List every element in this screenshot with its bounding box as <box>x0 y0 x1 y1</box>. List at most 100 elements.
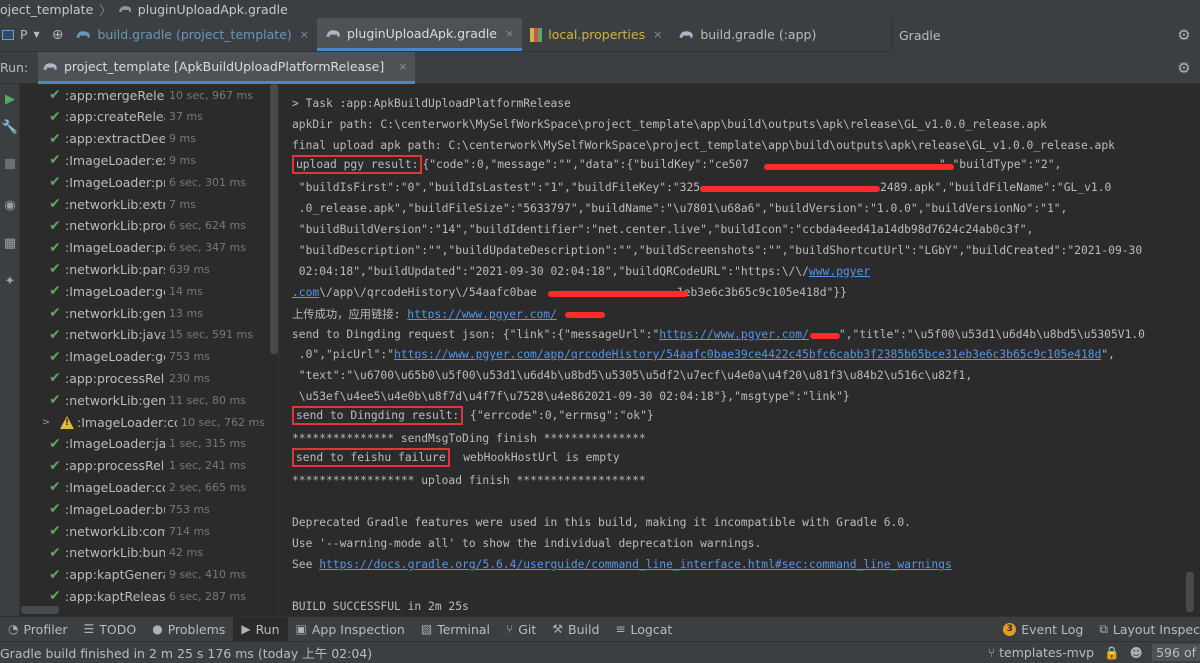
tree-row[interactable]: ✔:networkLib:proce 6 sec, 624 ms <box>21 215 278 237</box>
tree-row[interactable]: ✔:app:extractDeepLinksRel 9 ms <box>21 128 278 150</box>
gradle-icon <box>679 31 693 38</box>
chevron-right-icon[interactable]: > <box>39 417 53 428</box>
run-tab-label: project_template [ApkBuildUploadPlatform… <box>64 58 385 74</box>
feishu-failure-label: send to feishu failure <box>292 448 450 467</box>
eye-icon[interactable]: ◉ <box>0 196 20 216</box>
tool-problems[interactable]: ● Problems <box>144 617 233 642</box>
tree-horizontal-scrollbar[interactable] <box>21 606 59 614</box>
task-duration: 714 ms <box>169 524 210 538</box>
tree-row[interactable]: ✔:app:mergeRelea 10 sec, 967 ms <box>21 84 278 106</box>
tree-row[interactable]: ✔:networkLib:gener 11 sec, 80 ms <box>21 389 278 411</box>
git-branch[interactable]: ⑂ templates-mvp <box>988 645 1094 660</box>
rerun-icon[interactable]: ▶ <box>0 90 20 110</box>
tree-scrollbar[interactable] <box>270 84 278 354</box>
run-label: Run: <box>0 60 29 75</box>
tree-row[interactable]: ✔:ImageLoader:java 1 sec, 315 ms <box>21 433 278 455</box>
console-line: > Task :app:ApkBuildUploadPlatformReleas… <box>292 97 571 110</box>
tool-build[interactable]: ⚒ Build <box>544 617 607 642</box>
pin-icon[interactable]: ✦ <box>0 272 20 292</box>
tool-profiler[interactable]: ◔ Profiler <box>0 617 76 642</box>
settings-target-icon[interactable]: ⊕ <box>48 18 68 51</box>
task-name: :app:extractDeepLinksRel <box>65 131 165 147</box>
tab-build-gradle-app[interactable]: build.gradle (:app) <box>670 18 824 51</box>
tree-row[interactable]: ✔:networkLib:compileRel 714 ms <box>21 520 278 542</box>
tree-row[interactable]: ✔:ImageLoader:extractDeep 9 ms <box>21 149 278 171</box>
wrench-icon[interactable]: 🔧 <box>0 118 20 138</box>
face-icon[interactable]: ☻ <box>1128 645 1144 660</box>
breadcrumb-file[interactable]: pluginUploadApk.gradle <box>138 2 288 17</box>
task-name: :ImageLoader:extractDeep <box>65 152 165 168</box>
close-icon[interactable]: × <box>398 60 407 73</box>
task-duration: 9 ms <box>169 153 196 167</box>
pgyer-app-link[interactable]: https://www.pgyer.com/ <box>407 308 557 321</box>
check-icon: ✔ <box>49 523 61 539</box>
tree-row[interactable]: ✔:ImageLoader:generate 753 ms <box>21 346 278 368</box>
tree-row[interactable]: ✔:app:createReleaseComp 37 ms <box>21 106 278 128</box>
console-line: 02:04:18","buildUpdated":"2021-09-30 02:… <box>292 265 871 278</box>
layout-icon[interactable]: ▦ <box>0 234 20 254</box>
tree-row[interactable]: ✔:networkLib:parseReleas 639 ms <box>21 258 278 280</box>
logcat-icon: ≡ <box>615 622 626 636</box>
tab-plugin-upload-apk[interactable]: pluginUploadApk.gradle × <box>317 18 523 51</box>
status-message[interactable]: Gradle build finished in 2 m 25 s 176 ms… <box>0 643 988 662</box>
task-name: :app:kaptReleaseK <box>65 588 165 604</box>
tab-local-properties[interactable]: local.properties × <box>522 18 670 51</box>
tree-row[interactable]: ✔:app:processReleaseMa 230 ms <box>21 367 278 389</box>
check-icon: ✔ <box>49 283 61 300</box>
tree-row[interactable]: ✔:app:kaptGenerate 9 sec, 410 ms <box>21 564 278 586</box>
inspection-icon: ▣ <box>295 622 307 636</box>
pgyer-link[interactable]: .com <box>292 286 319 299</box>
tree-row[interactable]: ✔:app:kaptReleaseK 6 sec, 287 ms <box>21 585 278 607</box>
pgyer-link[interactable]: www.pgyer <box>809 265 870 278</box>
task-name: :networkLib:javaP <box>65 327 165 343</box>
tree-row[interactable]: ✔:ImageLoader:pro 6 sec, 301 ms <box>21 171 278 193</box>
status-bar: Gradle build finished in 2 m 25 s 176 ms… <box>0 641 1200 663</box>
task-name: :ImageLoader:co <box>77 414 177 430</box>
lock-icon[interactable]: 🔒 <box>1104 645 1120 661</box>
tool-git[interactable]: ⑂ Git <box>498 617 544 642</box>
check-icon: ✔ <box>49 370 61 387</box>
gear-icon[interactable]: ⚙ <box>1176 60 1192 76</box>
tree-row[interactable]: ✔:ImageLoader:bundleLil 753 ms <box>21 498 278 520</box>
project-selector[interactable]: P ▼ <box>0 18 48 51</box>
pgyer-message-link[interactable]: https://www.pgyer.com/ <box>659 328 809 341</box>
tree-row[interactable]: ✔:networkLib:javaP 15 sec, 591 ms <box>21 324 278 346</box>
close-icon[interactable]: × <box>653 28 662 41</box>
close-icon[interactable]: × <box>505 27 514 40</box>
tree-row[interactable]: ✔:networkLib:bundleLibCo 42 ms <box>21 542 278 564</box>
tool-terminal[interactable]: ▧ Terminal <box>413 617 498 642</box>
run-tab[interactable]: project_template [ApkBuildUploadPlatform… <box>38 51 416 84</box>
tool-app-inspection[interactable]: ▣ App Inspection <box>288 617 413 642</box>
profiler-icon: ◔ <box>8 622 19 636</box>
tool-todo[interactable]: ☰ TODO <box>76 617 145 642</box>
console-scrollbar[interactable] <box>1186 572 1194 612</box>
console-line: Use '--warning-mode all' to show the ind… <box>292 537 762 550</box>
tool-run[interactable]: ▶ Run <box>233 616 288 642</box>
tree-row[interactable]: ✔:networkLib:extractDeepLi 7 ms <box>21 193 278 215</box>
task-name: :ImageLoader:pro <box>65 174 165 190</box>
tree-row[interactable]: ✔:networkLib:generateRel 13 ms <box>21 302 278 324</box>
tree-row[interactable]: ✔:ImageLoader:pars 6 sec, 347 ms <box>21 237 278 259</box>
breadcrumb-project[interactable]: oject_template <box>0 2 93 17</box>
tree-row[interactable]: ✔:app:processRelea 1 sec, 241 ms <box>21 455 278 477</box>
tool-layout-inspector[interactable]: ⧉ Layout Inspec <box>1091 617 1200 642</box>
task-name: :ImageLoader:bundleLil <box>65 501 165 517</box>
task-name: :networkLib:parseReleas <box>65 261 165 277</box>
gradle-docs-link[interactable]: https://docs.gradle.org/5.6.4/userguide/… <box>319 558 952 571</box>
gear-icon[interactable]: ⚙ <box>1176 27 1192 43</box>
layout-inspector-icon: ⧉ <box>1099 621 1108 636</box>
tool-logcat[interactable]: ≡ Logcat <box>607 617 680 642</box>
tree-row[interactable]: ✔:ImageLoader:con 2 sec, 665 ms <box>21 476 278 498</box>
close-icon[interactable]: × <box>300 28 309 41</box>
pgy-result-label: upload pgy result: <box>292 155 423 174</box>
tab-build-gradle-project[interactable]: build.gradle (project_template) × <box>67 18 317 51</box>
tree-row[interactable]: >:ImageLoader:co 10 sec, 762 ms <box>21 411 278 433</box>
task-duration: 9 ms <box>169 132 196 146</box>
stop-icon[interactable] <box>0 156 20 176</box>
task-name: :networkLib:gener <box>65 392 165 408</box>
tree-row[interactable]: ✔:ImageLoader:generateR 14 ms <box>21 280 278 302</box>
tool-event-log[interactable]: 3 Event Log <box>995 617 1091 642</box>
qrcode-history-link[interactable]: https://www.pgyer.com/app/qrcodeHistory/… <box>394 348 1101 361</box>
task-duration: 13 ms <box>169 306 203 320</box>
memory-indicator[interactable]: 596 of <box>1152 644 1200 661</box>
